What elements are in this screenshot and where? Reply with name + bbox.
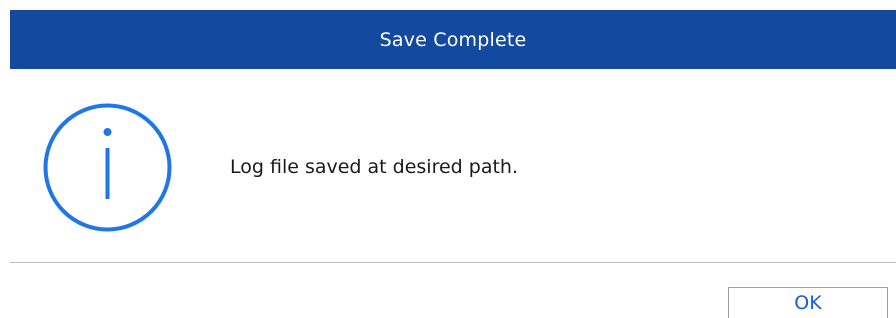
ok-button[interactable]: OK: [728, 287, 888, 318]
info-icon: [43, 103, 172, 232]
dialog-message: Log file saved at desired path.: [230, 156, 519, 178]
dialog-title: Save Complete: [379, 28, 527, 51]
dialog-divider: [10, 262, 896, 263]
save-complete-dialog: Save Complete Log file saved at desired …: [0, 0, 896, 318]
dialog-titlebar[interactable]: Save Complete: [10, 10, 896, 69]
